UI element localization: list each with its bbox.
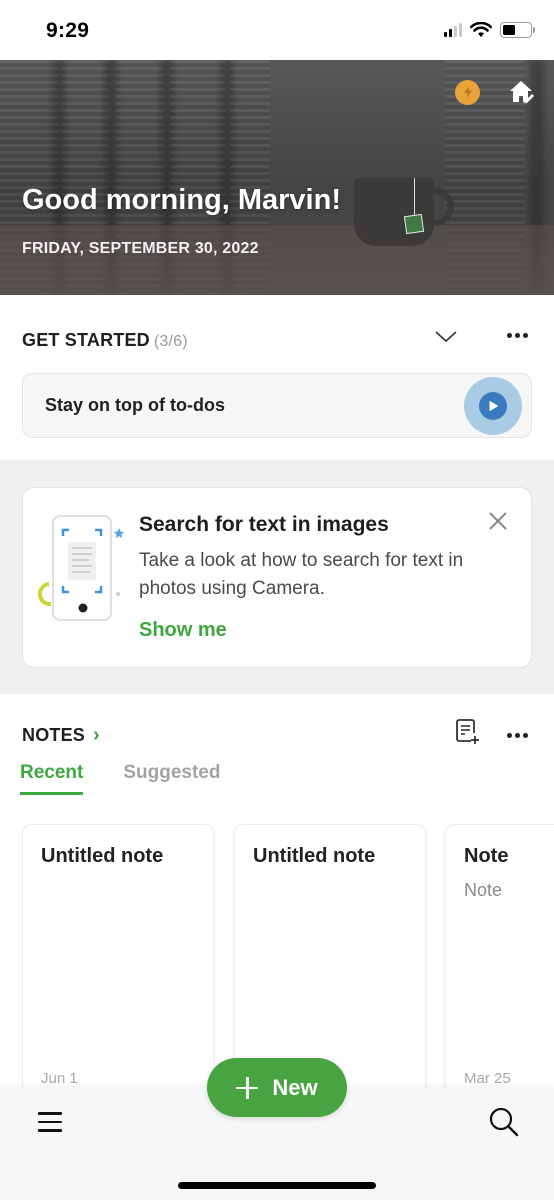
play-icon <box>489 401 498 411</box>
cellular-signal-icon <box>444 23 462 37</box>
tab-recent[interactable]: Recent <box>20 762 84 795</box>
tip-section: Search for text in images Take a look at… <box>0 460 554 694</box>
get-started-more-button[interactable] <box>502 323 532 347</box>
notes-section: NOTES › Recent Suggested Untitled note J… <box>0 694 554 1094</box>
tab-suggested[interactable]: Suggested <box>123 762 220 795</box>
phone-scan-illustration-icon <box>38 515 124 621</box>
collapse-chevron-icon[interactable] <box>434 325 458 349</box>
hamburger-icon <box>38 1112 62 1115</box>
get-started-section: GET STARTED (3/6) Stay on top of to-dos <box>0 295 554 460</box>
note-title: Untitled note <box>41 845 164 867</box>
notes-header-link[interactable]: NOTES › <box>22 724 100 747</box>
notes-more-button[interactable] <box>502 723 532 747</box>
menu-button[interactable] <box>38 1108 66 1136</box>
note-card[interactable]: Untitled note Jun 1 <box>22 824 214 1094</box>
get-started-label: GET STARTED <box>22 330 150 350</box>
show-me-link[interactable]: Show me <box>139 619 227 642</box>
battery-icon <box>500 22 535 38</box>
get-started-progress: (3/6) <box>153 333 188 350</box>
status-time: 9:29 <box>46 19 90 42</box>
note-title: Note <box>464 845 509 867</box>
bolt-icon <box>463 86 472 98</box>
tip-description: Take a look at how to search for text in… <box>139 550 464 599</box>
tea-tag-logo <box>403 213 425 235</box>
notes-title: NOTES <box>22 725 86 745</box>
greeting-heading: Good morning, Marvin! <box>22 184 341 216</box>
home-edit-icon <box>510 81 534 104</box>
new-note-icon[interactable] <box>453 717 481 745</box>
hero-banner: Good morning, Marvin! FRIDAY, SEPTEMBER … <box>0 60 554 295</box>
customize-home-button[interactable] <box>508 78 536 106</box>
note-title: Untitled note <box>253 845 376 867</box>
note-date: Jun 1 <box>41 1070 78 1087</box>
chevron-right-icon: › <box>93 724 100 746</box>
new-note-button[interactable]: New <box>207 1058 347 1117</box>
note-date: Mar 25 <box>464 1070 511 1087</box>
tip-card: Search for text in images Take a look at… <box>22 487 532 668</box>
get-started-title: GET STARTED (3/6) <box>22 330 188 351</box>
upgrade-button[interactable] <box>455 79 480 105</box>
tip-title: Search for text in images <box>139 513 389 536</box>
date-label: FRIDAY, SEPTEMBER 30, 2022 <box>22 240 259 257</box>
notes-carousel: Untitled note Jun 1 Untitled note Note N… <box>22 824 554 1094</box>
mug-image <box>354 178 434 246</box>
status-icons <box>444 22 535 38</box>
play-button[interactable] <box>464 377 522 435</box>
plus-icon <box>236 1076 259 1099</box>
get-started-task-card[interactable]: Stay on top of to-dos <box>22 373 532 438</box>
wifi-icon <box>470 22 492 37</box>
notes-tabs: Recent Suggested <box>20 762 220 795</box>
note-card[interactable]: Untitled note <box>234 824 426 1094</box>
note-card[interactable]: Note Note Mar 25 <box>445 824 554 1094</box>
home-indicator <box>178 1182 376 1189</box>
search-icon[interactable] <box>488 1106 520 1138</box>
hero-actions <box>455 78 536 106</box>
status-bar: 9:29 <box>0 0 554 60</box>
new-button-label: New <box>272 1074 318 1100</box>
note-snippet: Note <box>464 880 503 900</box>
task-label: Stay on top of to-dos <box>45 395 225 415</box>
close-icon[interactable] <box>487 510 509 532</box>
